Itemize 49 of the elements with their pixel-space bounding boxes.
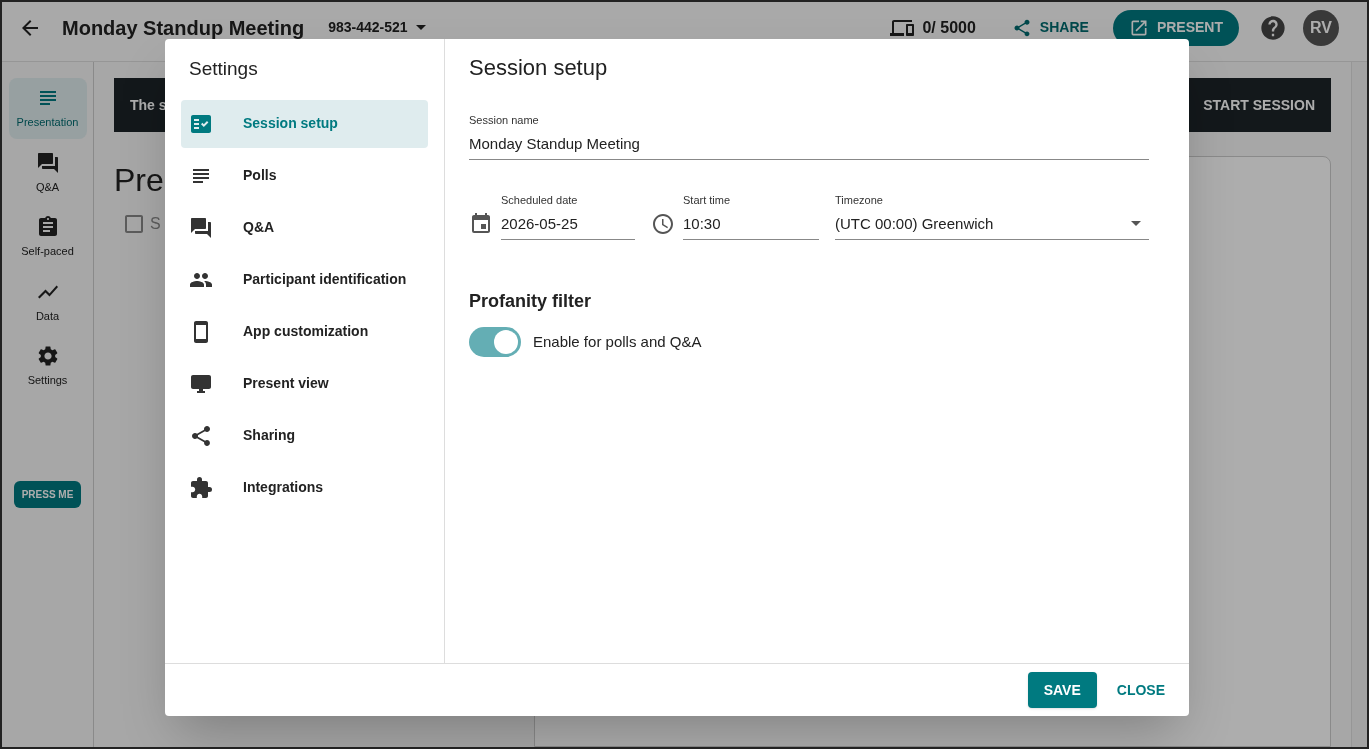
user-avatar[interactable]: RV [1303, 9, 1339, 46]
sidebar-item[interactable]: Q&A [8, 142, 87, 203]
press-me-button[interactable]: PRESS ME [13, 480, 82, 508]
sidebar-item[interactable]: Data [8, 271, 87, 332]
clock-icon [651, 212, 675, 236]
sidebar-item[interactable]: Self-paced [8, 207, 87, 268]
page-heading: Pre [114, 161, 164, 200]
input-field[interactable]: 10:30 [683, 212, 819, 240]
input-field[interactable]: Monday Standup Meeting [469, 132, 1149, 160]
section-heading: Session setup [469, 54, 609, 82]
field-label: Start time [683, 193, 732, 208]
checkbox[interactable] [122, 212, 146, 236]
close-button[interactable]: CLOSE [1112, 672, 1169, 708]
present-button[interactable]: PRESENT [1112, 9, 1239, 46]
meeting-title: Monday Standup Meeting [62, 15, 305, 41]
field-label: Session name [469, 113, 540, 128]
sidebar-item[interactable]: Presentation [8, 78, 87, 139]
start-session-button[interactable]: START SESSION [1203, 94, 1315, 116]
session-code-dropdown[interactable]: 983-442-521 [328, 17, 426, 38]
settings-nav-item[interactable]: Present view [181, 359, 428, 408]
dropdown-caret-icon [1131, 221, 1141, 227]
settings-nav-item[interactable]: App customization [181, 307, 428, 356]
settings-nav-item[interactable]: Session setup [181, 99, 428, 148]
input-field[interactable]: 2026-05-25 [501, 212, 635, 240]
share-button[interactable]: SHARE [1011, 17, 1089, 38]
toggle-label: Enable for polls and Q&A [533, 331, 702, 352]
save-button[interactable]: SAVE [1027, 672, 1097, 708]
chat-icon [189, 215, 213, 240]
settings-nav-item[interactable]: Polls [181, 151, 428, 200]
settings-nav-item[interactable]: Sharing [181, 411, 428, 460]
help-icon[interactable] [1259, 13, 1287, 42]
puzzle-icon [189, 475, 213, 500]
sidebar-item[interactable]: Settings [8, 336, 87, 397]
calendar-icon [469, 212, 493, 236]
checkbox-label: S [150, 214, 161, 234]
chat-icon [35, 150, 60, 175]
toggle-switch[interactable] [469, 327, 521, 357]
settings-nav-item[interactable]: Participant identification [181, 255, 428, 304]
settings-nav-item[interactable]: Q&A [181, 203, 428, 252]
timezone-select[interactable]: (UTC 00:00) Greenwich [835, 212, 1149, 240]
share-icon [189, 423, 213, 448]
caret-icon [415, 25, 426, 30]
settings-nav-item[interactable]: Integrations [181, 463, 428, 512]
participant-count: 0/ 5000 [922, 17, 976, 38]
subsection-heading: Profanity filter [469, 290, 593, 313]
field-label: Timezone [835, 193, 884, 208]
field-label: Scheduled date [501, 193, 579, 208]
scrollbar[interactable] [1351, 62, 1367, 747]
dialog-title: Settings [189, 57, 259, 81]
